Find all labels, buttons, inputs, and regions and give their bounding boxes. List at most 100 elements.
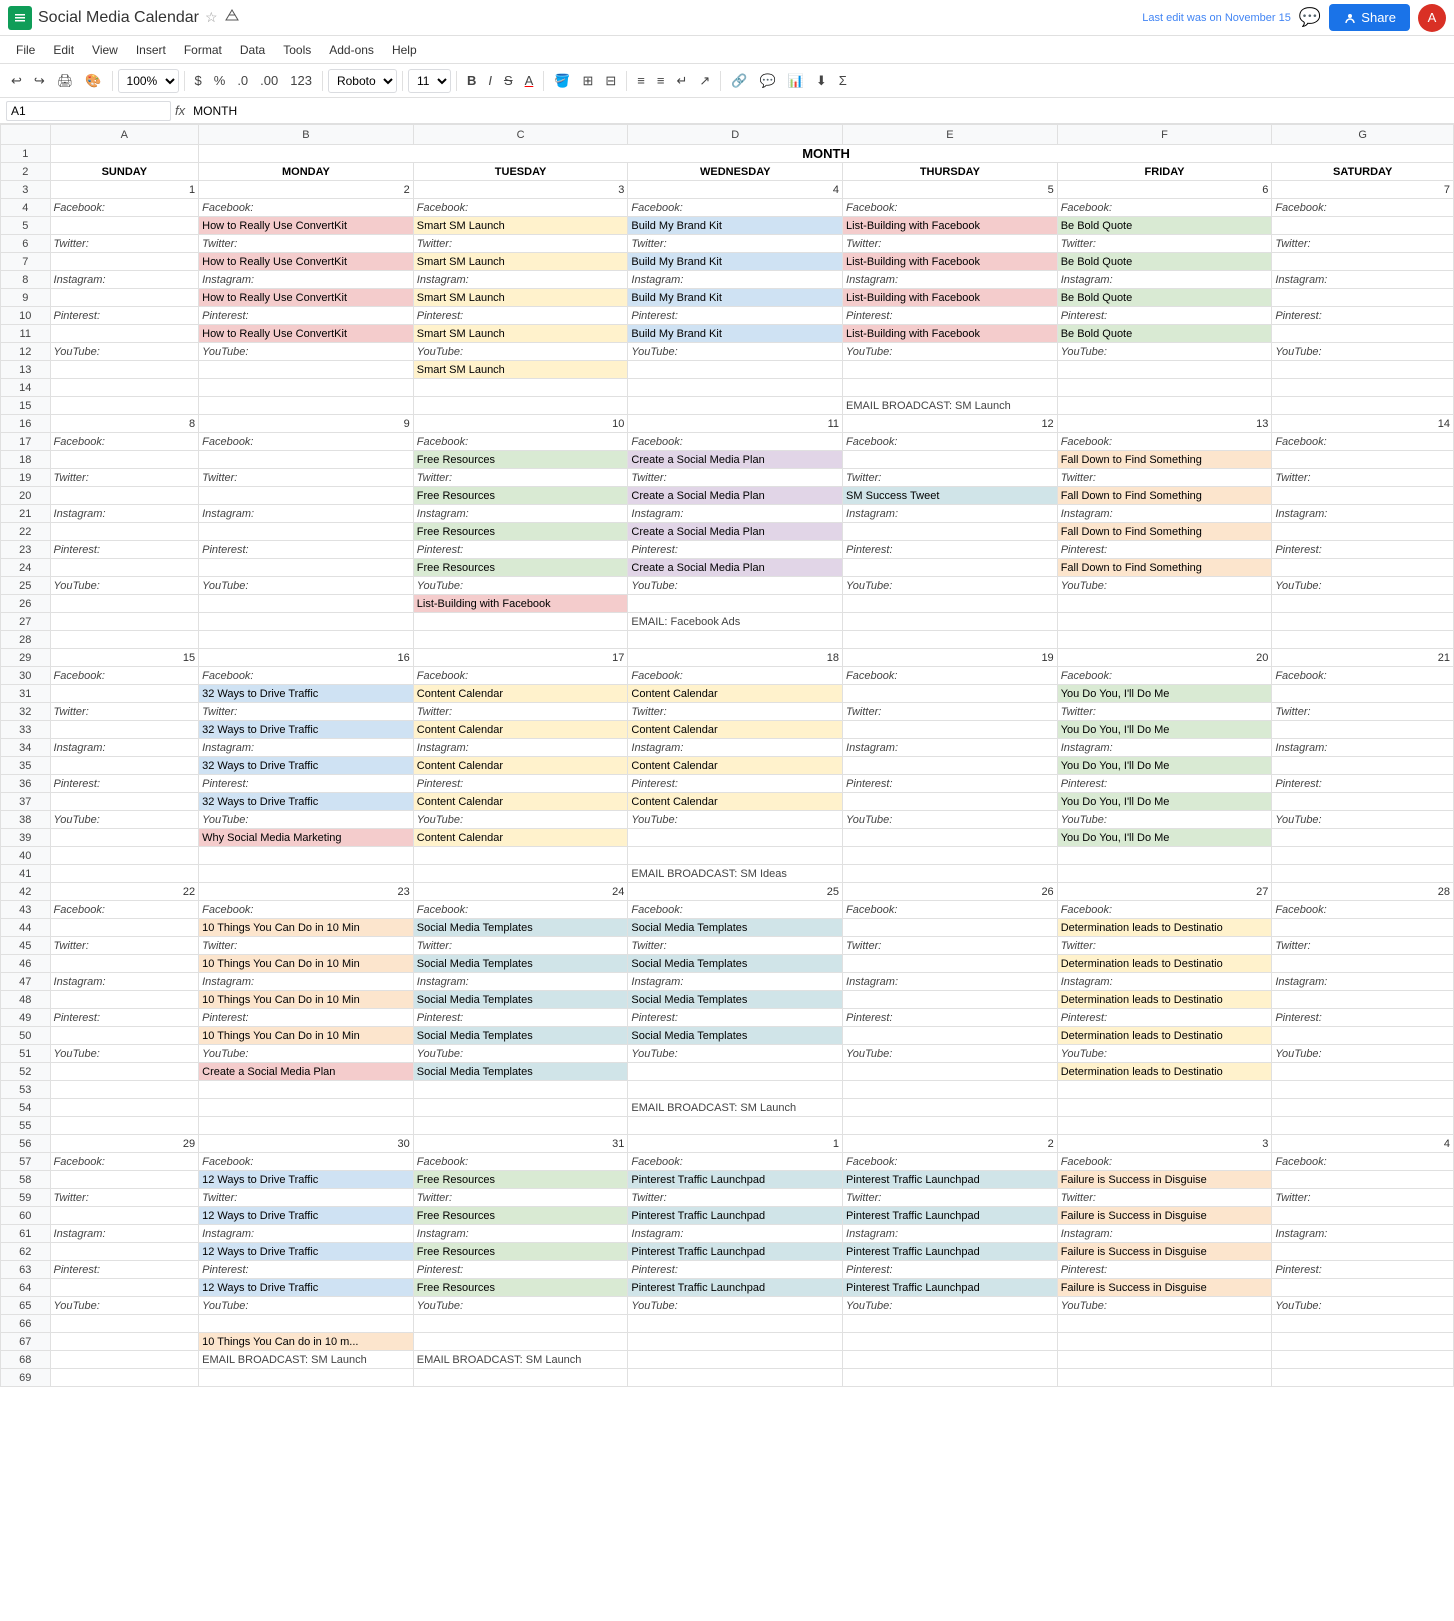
cell[interactable]: You Do You, I'll Do Me: [1057, 685, 1272, 703]
cell[interactable]: Why Social Media Marketing: [199, 829, 414, 847]
cell[interactable]: Instagram:: [199, 505, 414, 523]
cell[interactable]: YouTube:: [1057, 577, 1272, 595]
cell[interactable]: [50, 217, 199, 235]
cell[interactable]: Create a Social Media Plan: [628, 487, 843, 505]
cell[interactable]: Facebook:: [199, 433, 414, 451]
cell[interactable]: [843, 685, 1058, 703]
cell[interactable]: Social Media Templates: [413, 1027, 628, 1045]
cell[interactable]: Instagram:: [413, 973, 628, 991]
cell[interactable]: Twitter:: [1057, 937, 1272, 955]
cell[interactable]: Pinterest Traffic Launchpad: [843, 1171, 1058, 1189]
cell[interactable]: YouTube:: [843, 577, 1058, 595]
cell[interactable]: Twitter:: [1272, 235, 1454, 253]
cell[interactable]: Twitter:: [413, 1189, 628, 1207]
cell[interactable]: Instagram:: [413, 505, 628, 523]
cell[interactable]: [199, 397, 414, 415]
cell[interactable]: Facebook:: [413, 667, 628, 685]
cell[interactable]: YouTube:: [1272, 577, 1454, 595]
cell-date[interactable]: 26: [843, 883, 1058, 901]
cell[interactable]: [843, 631, 1058, 649]
cell[interactable]: Instagram:: [199, 271, 414, 289]
cell[interactable]: Pinterest:: [1272, 1261, 1454, 1279]
cell[interactable]: [1272, 721, 1454, 739]
cell[interactable]: Social Media Templates: [628, 1027, 843, 1045]
cell[interactable]: [50, 289, 199, 307]
cell[interactable]: Instagram:: [1272, 271, 1454, 289]
cell[interactable]: Twitter:: [413, 703, 628, 721]
cell-date[interactable]: 16: [199, 649, 414, 667]
cell[interactable]: [50, 1027, 199, 1045]
cell[interactable]: Content Calendar: [413, 757, 628, 775]
cell[interactable]: YouTube:: [628, 577, 843, 595]
cell[interactable]: Twitter:: [1272, 703, 1454, 721]
cell[interactable]: Content Calendar: [628, 757, 843, 775]
cell[interactable]: Twitter:: [199, 235, 414, 253]
cell[interactable]: [199, 613, 414, 631]
cell[interactable]: SM Success Tweet: [843, 487, 1058, 505]
cell[interactable]: [413, 613, 628, 631]
cell[interactable]: Social Media Templates: [413, 919, 628, 937]
cell[interactable]: Twitter:: [1057, 235, 1272, 253]
cell[interactable]: Pinterest:: [1057, 307, 1272, 325]
cell[interactable]: Free Resources: [413, 1279, 628, 1297]
cell[interactable]: Facebook:: [50, 901, 199, 919]
cell[interactable]: YouTube:: [199, 343, 414, 361]
cell[interactable]: 12 Ways to Drive Traffic: [199, 1243, 414, 1261]
cell[interactable]: [199, 1369, 414, 1387]
strikethrough-button[interactable]: S: [499, 70, 518, 91]
cell[interactable]: Facebook:: [843, 667, 1058, 685]
cell-date[interactable]: 30: [199, 1135, 414, 1153]
cell[interactable]: [628, 1315, 843, 1333]
cell[interactable]: Social Media Templates: [413, 955, 628, 973]
cell[interactable]: Free Resources: [413, 559, 628, 577]
cell[interactable]: Twitter:: [843, 1189, 1058, 1207]
cell[interactable]: Create a Social Media Plan: [628, 451, 843, 469]
cell[interactable]: [628, 1081, 843, 1099]
chart-button[interactable]: 📊: [783, 70, 809, 92]
cell[interactable]: Twitter:: [50, 469, 199, 487]
cell[interactable]: How to Really Use ConvertKit: [199, 217, 414, 235]
cell[interactable]: [843, 1081, 1058, 1099]
cell[interactable]: YouTube:: [843, 811, 1058, 829]
fill-color-button[interactable]: 🪣: [549, 70, 575, 92]
cell[interactable]: Pinterest:: [843, 1261, 1058, 1279]
cell[interactable]: Twitter:: [199, 1189, 414, 1207]
cell-email[interactable]: EMAIL BROADCAST: SM Launch: [843, 397, 1058, 415]
cell[interactable]: Pinterest:: [50, 541, 199, 559]
text-wrap-button[interactable]: ↵: [671, 70, 692, 92]
cell[interactable]: Content Calendar: [628, 793, 843, 811]
cell[interactable]: Pinterest:: [843, 307, 1058, 325]
print-button[interactable]: 🖨: [52, 70, 79, 92]
cell[interactable]: Facebook:: [199, 667, 414, 685]
cell[interactable]: Facebook:: [1057, 901, 1272, 919]
cell[interactable]: [199, 523, 414, 541]
cell[interactable]: YouTube:: [199, 1045, 414, 1063]
cell[interactable]: Facebook:: [1057, 433, 1272, 451]
cell[interactable]: YouTube:: [1057, 343, 1272, 361]
cell[interactable]: Free Resources: [413, 1243, 628, 1261]
cell[interactable]: Facebook:: [1057, 1153, 1272, 1171]
cell[interactable]: Facebook:: [1272, 199, 1454, 217]
cell[interactable]: Instagram:: [199, 1225, 414, 1243]
cell[interactable]: Pinterest:: [628, 1009, 843, 1027]
cell[interactable]: Facebook:: [843, 199, 1058, 217]
cell[interactable]: [1272, 1243, 1454, 1261]
cell[interactable]: [843, 847, 1058, 865]
cell-date[interactable]: 1: [50, 181, 199, 199]
cell[interactable]: [413, 1333, 628, 1351]
rotate-button[interactable]: ↗: [694, 70, 715, 92]
cell[interactable]: Pinterest Traffic Launchpad: [628, 1279, 843, 1297]
cell[interactable]: Build My Brand Kit: [628, 325, 843, 343]
cell[interactable]: [1272, 829, 1454, 847]
cell[interactable]: [50, 325, 199, 343]
cell[interactable]: Twitter:: [843, 235, 1058, 253]
cell[interactable]: [1272, 631, 1454, 649]
cell[interactable]: [413, 847, 628, 865]
cell[interactable]: Pinterest:: [628, 1261, 843, 1279]
cell[interactable]: Pinterest:: [1272, 775, 1454, 793]
cell-date[interactable]: 27: [1057, 883, 1272, 901]
cell-date[interactable]: 7: [1272, 181, 1454, 199]
cell[interactable]: [50, 865, 199, 883]
cell[interactable]: Twitter:: [413, 235, 628, 253]
cell[interactable]: Instagram:: [1057, 271, 1272, 289]
